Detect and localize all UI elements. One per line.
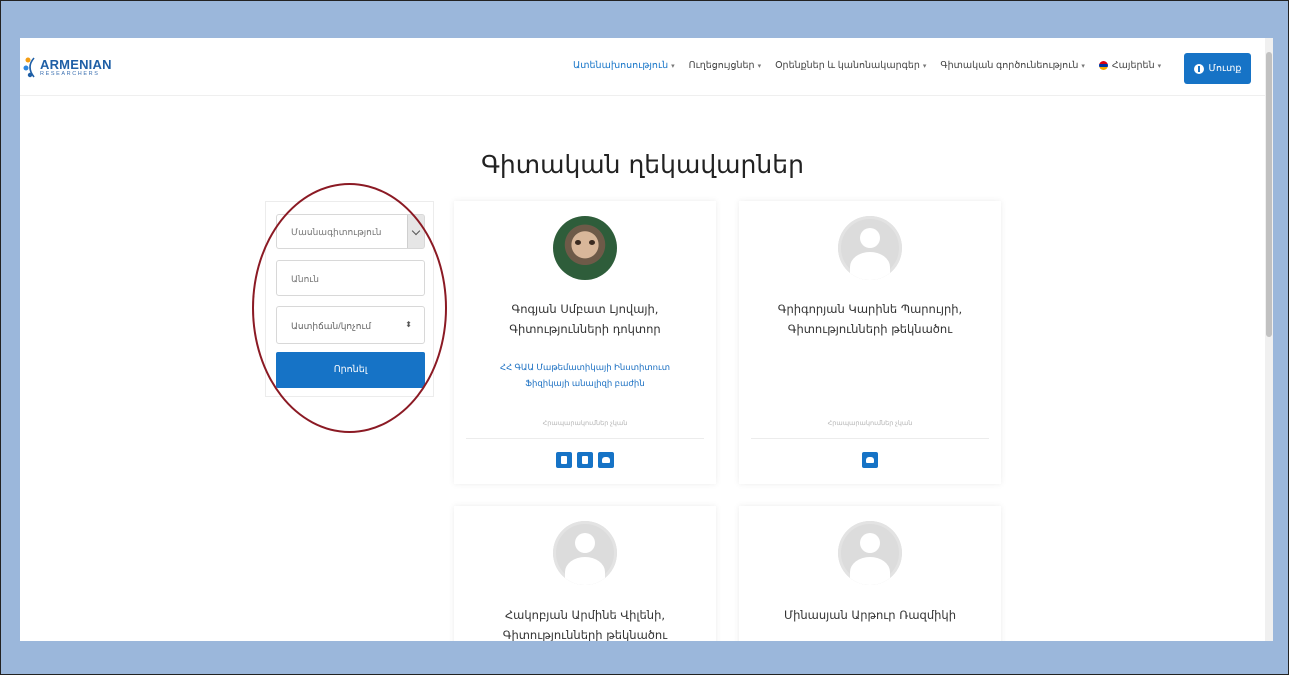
advisor-name[interactable]: Գրիգորյան Կարինե Պարույրի, Գիտություններ…	[749, 299, 991, 339]
card-actions	[739, 452, 1001, 468]
avatar[interactable]	[838, 216, 902, 280]
login-label: Մուտք	[1208, 63, 1242, 74]
divider	[751, 438, 989, 439]
advisor-card[interactable]: Գրիգորյան Կարինե Պարույրի, Գիտություններ…	[739, 201, 1001, 484]
card-actions	[454, 452, 716, 468]
frame-left	[0, 0, 20, 675]
nav-item-science[interactable]: Գիտական գործունեություն ▾	[940, 60, 1084, 71]
sort-arrows-icon: ⬍	[405, 320, 412, 329]
chevron-down-icon: ▾	[922, 62, 927, 70]
main-nav: Ատենախոսություն ▾ Ուղեցույցներ ▾ Օրենքներ …	[573, 60, 1175, 71]
advisor-name[interactable]: Մինասյան Արթուր Ռազմիկի	[749, 605, 991, 625]
nav-item-laws[interactable]: Օրենքներ և կանոնակարգեր ▾	[775, 60, 926, 71]
logo-text: ARMENIAN	[40, 57, 112, 72]
logo[interactable]: ARMENIAN RESEARCHERS	[22, 52, 132, 82]
browser-viewport: ARMENIAN RESEARCHERS Ատենախոսություն ▾ Ու…	[20, 38, 1273, 641]
advisor-card[interactable]: Մինասյան Արթուր Ռազմիկի	[739, 506, 1001, 641]
chevron-down-icon: ▾	[757, 62, 762, 70]
building-icon[interactable]	[556, 452, 572, 468]
filter-panel: Մասնագիտություն Անուն Աստիճան/կոչում ⬍ Ո…	[265, 201, 434, 397]
logo-subtext: RESEARCHERS	[40, 71, 100, 77]
group-icon[interactable]	[862, 452, 878, 468]
avatar[interactable]	[838, 521, 902, 585]
navbar: ARMENIAN RESEARCHERS Ատենախոսություն ▾ Ու…	[20, 38, 1265, 96]
chevron-down-icon: ▾	[671, 62, 675, 70]
degree-select[interactable]: Աստիճան/կոչում ⬍	[276, 306, 425, 344]
specialty-select[interactable]: Մասնագիտություն	[276, 214, 425, 249]
chevron-down-icon	[407, 215, 424, 248]
chevron-down-icon: ▾	[1157, 62, 1162, 70]
chevron-down-icon: ▾	[1081, 62, 1085, 70]
flag-am-icon	[1098, 61, 1108, 70]
user-circle-icon	[1193, 63, 1204, 74]
nav-item-guides[interactable]: Ուղեցույցներ ▾	[689, 60, 761, 71]
frame-top	[0, 0, 1289, 38]
name-input[interactable]: Անուն	[276, 260, 425, 296]
login-button[interactable]: Մուտք	[1184, 53, 1251, 84]
language-selector[interactable]: Հայերեն ▾	[1098, 60, 1162, 71]
avatar[interactable]	[553, 216, 617, 280]
frame-right	[1273, 0, 1289, 675]
publications-note: Հրապարակումներ չկան	[827, 420, 913, 427]
avatar[interactable]	[553, 521, 617, 585]
advisor-institute[interactable]: ՀՀ ԳԱԱ Մաթեմատիկայի Ինստիտուտ Ֆիզիկայի ա…	[470, 359, 700, 391]
group-icon[interactable]	[598, 452, 614, 468]
advisor-card[interactable]: Գոգյան Սմբատ Լյովայի, Գիտությունների դոկ…	[454, 201, 716, 484]
scrollbar-thumb[interactable]	[1266, 52, 1272, 337]
document-icon[interactable]	[577, 452, 593, 468]
scrollbar[interactable]	[1265, 38, 1273, 641]
frame-bottom	[0, 641, 1289, 675]
advisor-card[interactable]: Հակոբյան Արմինե Վիլենի, Գիտությունների թ…	[454, 506, 716, 641]
nav-item-thesis[interactable]: Ատենախոսություն ▾	[573, 60, 675, 71]
search-button[interactable]: Որոնել	[276, 352, 425, 388]
publications-note: Հրապարակումներ չկան	[542, 420, 628, 427]
divider	[466, 438, 704, 439]
advisor-name[interactable]: Հակոբյան Արմինե Վիլենի, Գիտությունների թ…	[464, 605, 706, 641]
advisor-name[interactable]: Գոգյան Սմբատ Լյովայի, Գիտությունների դոկ…	[464, 299, 706, 339]
page-title: Գիտական ղեկավարներ	[481, 150, 804, 179]
